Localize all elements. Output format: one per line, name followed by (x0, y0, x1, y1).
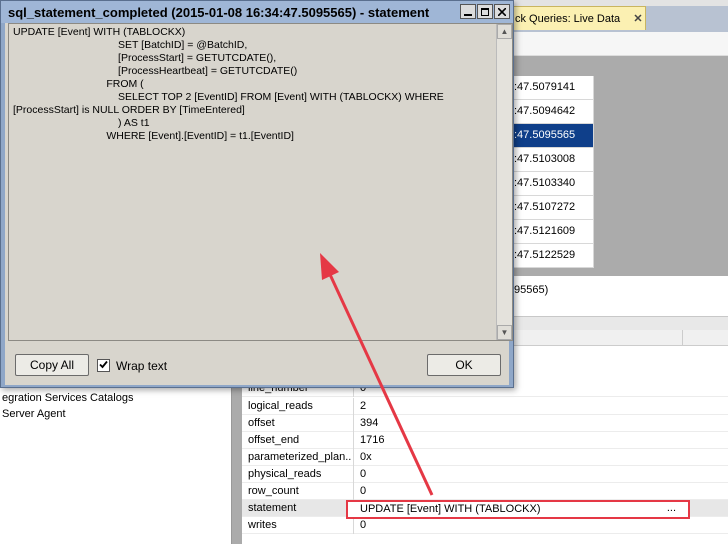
property-name: row_count (248, 485, 299, 497)
close-icon[interactable] (494, 4, 510, 19)
property-name: statement (248, 502, 297, 514)
statement-text-area[interactable]: UPDATE [Event] WITH (TABLOCKX) SET [Batc… (8, 23, 513, 341)
ok-button[interactable]: OK (427, 354, 501, 376)
copy-all-label: Copy All (29, 358, 75, 372)
wrap-text-checkbox[interactable] (97, 359, 110, 372)
grid-cell-time[interactable]: :47.5094642 (510, 100, 594, 124)
tab-label: ck Queries: Live Data (515, 12, 621, 25)
close-icon[interactable]: ✕ (631, 12, 645, 25)
property-name: logical_reads (248, 400, 313, 412)
property-row[interactable]: parameterized_plan... 0x (242, 449, 728, 466)
property-name: writes (248, 519, 277, 531)
copy-all-button[interactable]: Copy All (15, 354, 89, 376)
statement-value-highlight[interactable]: UPDATE [Event] WITH (TABLOCKX) ... (346, 500, 690, 519)
property-name: physical_reads (248, 468, 322, 480)
checkmark-icon (99, 360, 108, 372)
grid-cell-time[interactable]: :47.5121609 (510, 220, 594, 244)
statement-dialog: sql_statement_completed (2015-01-08 16:3… (0, 0, 514, 388)
property-name: offset (248, 417, 275, 429)
maximize-icon[interactable] (477, 4, 493, 19)
grid-cell-time[interactable]: :47.5103008 (510, 148, 594, 172)
wrap-text-label: Wrap text (116, 359, 168, 373)
live-data-toolbar (510, 32, 728, 56)
dialog-title: sql_statement_completed (2015-01-08 16:3… (8, 5, 430, 20)
property-name: parameterized_plan... (248, 451, 352, 463)
minimize-icon[interactable] (460, 4, 476, 19)
status-text: 95565) (514, 284, 549, 296)
scroll-down-icon[interactable]: ▼ (497, 325, 512, 340)
statement-value: UPDATE [Event] WITH (TABLOCKX) (360, 503, 541, 515)
property-row[interactable]: physical_reads 0 (242, 466, 728, 483)
property-value: 394 (360, 417, 379, 429)
property-value: 0 (360, 519, 367, 531)
scroll-up-icon[interactable]: ▲ (497, 24, 512, 39)
property-value: 0 (360, 485, 367, 497)
property-row[interactable]: row_count 0 (242, 483, 728, 500)
tree-item-integration-services[interactable]: egration Services Catalogs (2, 392, 133, 404)
grid-cell-time[interactable]: :47.5122529 (510, 244, 594, 268)
dialog-titlebar[interactable]: sql_statement_completed (2015-01-08 16:3… (1, 1, 513, 23)
property-value: 1716 (360, 434, 385, 446)
grid-cell-time[interactable]: :47.5103340 (510, 172, 594, 196)
details-tab-strip (510, 316, 728, 330)
object-explorer: egration Services Catalogs Server Agent (0, 388, 232, 544)
property-row[interactable]: offset 394 (242, 415, 728, 432)
grid-cell-time[interactable]: :47.5107272 (510, 196, 594, 220)
grid-cell-time[interactable]: :47.5079141 (510, 76, 594, 100)
property-row[interactable]: writes 0 (242, 517, 728, 534)
grid-cell-time[interactable]: :47.5095565 (510, 124, 594, 148)
property-name: offset_end (248, 434, 300, 446)
property-value: 0x (360, 451, 372, 463)
ok-label: OK (455, 358, 473, 372)
vertical-scrollbar[interactable]: ▲ ▼ (496, 24, 512, 340)
tree-item-server-agent[interactable]: Server Agent (2, 408, 66, 420)
property-row[interactable]: offset_end 1716 (242, 432, 728, 449)
property-row[interactable]: logical_reads 2 (242, 398, 728, 415)
statement-text: UPDATE [Event] WITH (TABLOCKX) SET [Batc… (13, 26, 444, 142)
tab-live-data[interactable]: ck Queries: Live Data ✕ (508, 6, 646, 30)
grid-status: 95565) (510, 276, 728, 316)
dialog-body: UPDATE [Event] WITH (TABLOCKX) SET [Batc… (5, 23, 513, 385)
property-value: 2 (360, 400, 367, 412)
ellipsis-button[interactable]: ... (667, 502, 676, 514)
property-value: 0 (360, 468, 367, 480)
timestamp-column: :47.5079141:47.5094642:47.5095565:47.510… (510, 76, 594, 268)
